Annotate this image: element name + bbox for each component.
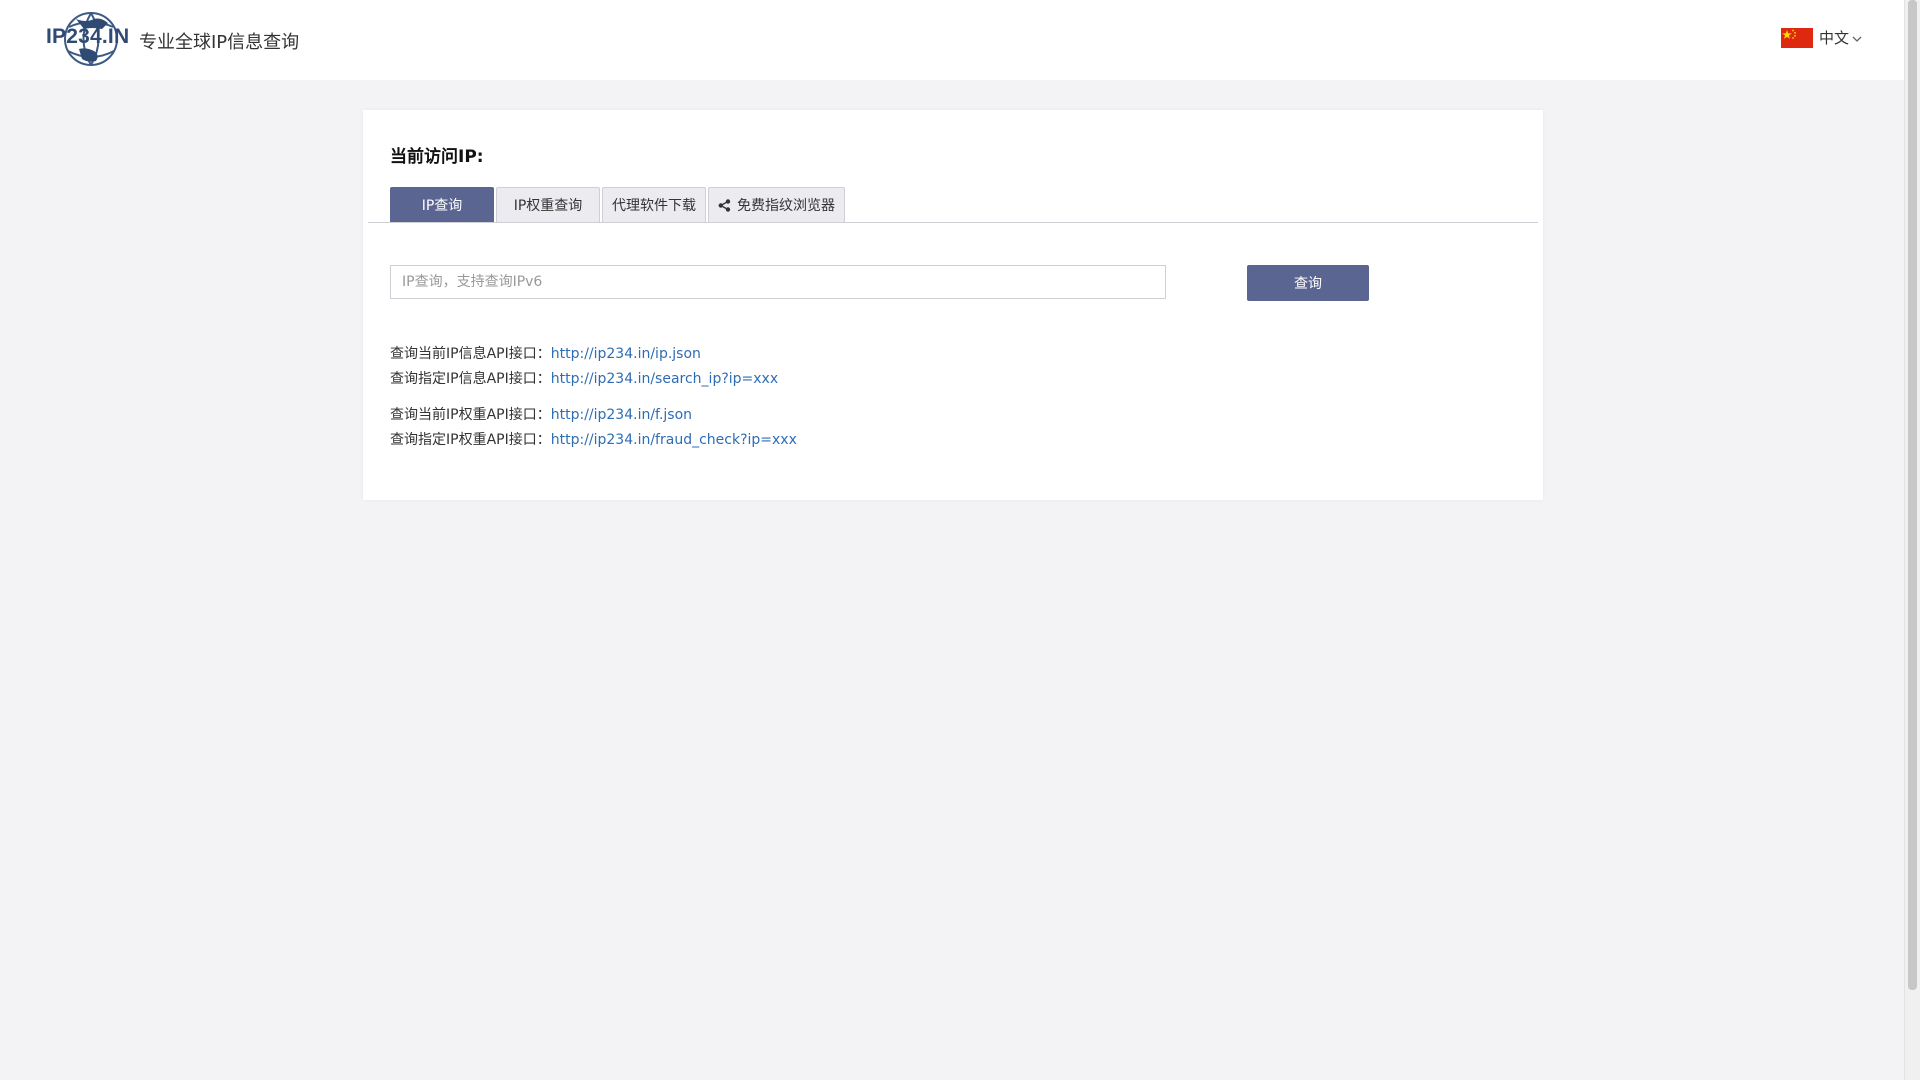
api-label: 查询当前IP权重API接口： (390, 407, 551, 423)
tab-bar: IP查询 IP权重查询 代理软件下载 免费指纹浏览器 (390, 187, 847, 222)
api-row-current-ip: 查询当前IP信息API接口：http://ip234.in/ip.json (390, 342, 797, 367)
api-list: 查询当前IP信息API接口：http://ip234.in/ip.json 查询… (390, 342, 797, 453)
scrollbar-thumb[interactable] (1908, 0, 1917, 990)
site-logo[interactable]: IP234.IN 专业全球IP信息查询 (46, 11, 299, 67)
top-header: IP234.IN 专业全球IP信息查询 中文 (0, 0, 1904, 80)
api-row-current-weight: 查询当前IP权重API接口：http://ip234.in/f.json (390, 403, 797, 428)
vertical-scrollbar[interactable] (1904, 0, 1920, 1080)
tab-ip-query[interactable]: IP查询 (390, 187, 494, 222)
search-button[interactable]: 查询 (1247, 265, 1369, 301)
globe-logo-icon: IP234.IN (46, 11, 134, 67)
api-row-search-ip: 查询指定IP信息API接口：http://ip234.in/search_ip?… (390, 367, 797, 392)
tab-fingerprint-browser[interactable]: 免费指纹浏览器 (708, 187, 845, 222)
china-flag-icon (1780, 27, 1813, 48)
api-label: 查询指定IP信息API接口： (390, 371, 551, 387)
tab-fingerprint-browser-label: 免费指纹浏览器 (737, 198, 835, 214)
logo-text: IP234.IN (46, 25, 130, 48)
ip-query-card: 当前访问IP: IP查询 IP权重查询 代理软件下载 免费指纹浏览器 查询 查询… (363, 110, 1543, 500)
api-label: 查询指定IP权重API接口： (390, 432, 551, 448)
api-link-search-ip[interactable]: http://ip234.in/search_ip?ip=xxx (551, 371, 778, 387)
language-label: 中文 (1818, 29, 1849, 47)
tab-proxy-download[interactable]: 代理软件下载 (602, 187, 706, 222)
api-label: 查询当前IP信息API接口： (390, 346, 551, 362)
language-selector[interactable]: 中文 (1780, 27, 1862, 48)
ip-search-input[interactable] (390, 265, 1166, 299)
tab-divider (368, 222, 1538, 223)
share-icon (718, 198, 731, 212)
chevron-down-icon (1852, 29, 1862, 47)
site-tagline: 专业全球IP信息查询 (139, 32, 300, 53)
api-link-ip-json[interactable]: http://ip234.in/ip.json (551, 346, 701, 362)
current-ip-title: 当前访问IP: (390, 147, 484, 167)
api-link-f-json[interactable]: http://ip234.in/f.json (551, 407, 692, 423)
tab-ip-weight-query[interactable]: IP权重查询 (496, 187, 600, 222)
api-link-fraud-check[interactable]: http://ip234.in/fraud_check?ip=xxx (551, 432, 797, 448)
api-row-fraud-check: 查询指定IP权重API接口：http://ip234.in/fraud_chec… (390, 428, 797, 453)
